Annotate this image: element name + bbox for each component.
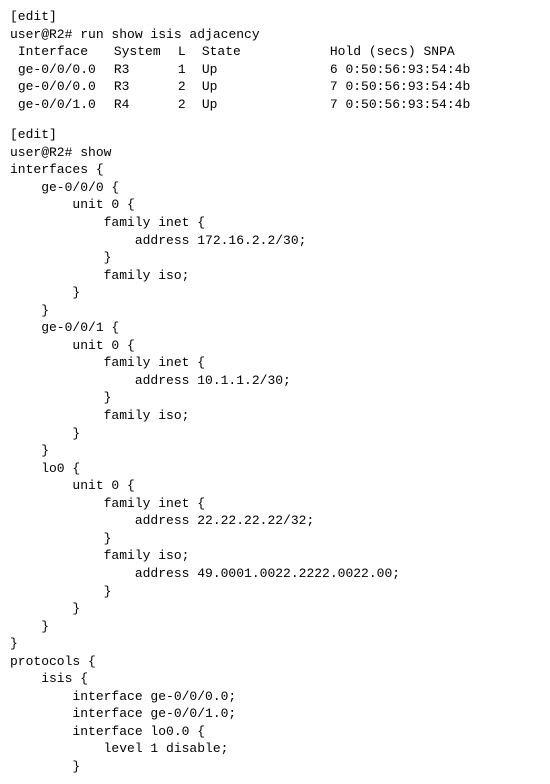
- config-line: ge-0/0/0 {: [10, 179, 540, 197]
- col-snpa: SNPA: [423, 43, 454, 61]
- config-line: }: [10, 583, 540, 601]
- prompt-line-2: user@R2# show: [10, 144, 540, 162]
- cell-snpa: 0:50:56:93:54:4b: [345, 61, 470, 79]
- config-line: interface ge-0/0/0.0;: [10, 688, 540, 706]
- config-line: family iso;: [10, 547, 540, 565]
- config-line: unit 0 {: [10, 477, 540, 495]
- col-l: L: [178, 43, 202, 61]
- cell-l: 2: [178, 78, 202, 96]
- config-line: }: [10, 284, 540, 302]
- cell-state: Up: [202, 96, 330, 114]
- edit-mode-label: [edit]: [10, 126, 540, 144]
- col-system: System: [114, 43, 178, 61]
- config-line: }: [10, 425, 540, 443]
- config-line: protocols {: [10, 653, 540, 671]
- col-state: State: [202, 43, 330, 61]
- cell-snpa: 0:50:56:93:54:4b: [345, 96, 470, 114]
- config-line: unit 0 {: [10, 196, 540, 214]
- config-line: isis {: [10, 670, 540, 688]
- cell-interface: ge-0/0/1.0: [18, 96, 114, 114]
- cli-command: run show isis adjacency: [80, 27, 259, 42]
- config-line: interface lo0.0 {: [10, 723, 540, 741]
- col-interface: Interface: [18, 43, 114, 61]
- terminal-output: [edit] user@R2# run show isis adjacency …: [10, 8, 540, 776]
- config-line: address 22.22.22.22/32;: [10, 512, 540, 530]
- config-line: interfaces {: [10, 161, 540, 179]
- config-line: }: [10, 635, 540, 653]
- cell-l: 2: [178, 96, 202, 114]
- prompt-line-1: user@R2# run show isis adjacency: [10, 26, 540, 44]
- config-line: }: [10, 302, 540, 320]
- cell-state: Up: [202, 61, 330, 79]
- config-line: interface ge-0/0/1.0;: [10, 705, 540, 723]
- cell-interface: ge-0/0/0.0: [18, 61, 114, 79]
- config-line: level 1 disable;: [10, 740, 540, 758]
- cell-hold: 6: [330, 61, 338, 79]
- config-line: family iso;: [10, 407, 540, 425]
- cell-system: R3: [114, 61, 178, 79]
- config-line: address 172.16.2.2/30;: [10, 232, 540, 250]
- config-line: family inet {: [10, 354, 540, 372]
- config-line: unit 0 {: [10, 337, 540, 355]
- edit-mode-label: [edit]: [10, 8, 540, 26]
- config-line: ge-0/0/1 {: [10, 319, 540, 337]
- col-secs: (secs): [369, 43, 416, 61]
- cell-hold: 7: [330, 78, 338, 96]
- config-line: address 49.0001.0022.2222.0022.00;: [10, 565, 540, 583]
- cell-state: Up: [202, 78, 330, 96]
- adjacency-row: ge-0/0/0.0R31Up6 0:50:56:93:54:4b: [10, 61, 540, 79]
- col-hold: Hold: [330, 43, 361, 61]
- config-line: }: [10, 758, 540, 776]
- cell-system: R3: [114, 78, 178, 96]
- config-line: }: [10, 249, 540, 267]
- cli-prompt: user@R2#: [10, 145, 80, 160]
- cell-snpa: 0:50:56:93:54:4b: [345, 78, 470, 96]
- adjacency-row: ge-0/0/0.0R32Up7 0:50:56:93:54:4b: [10, 78, 540, 96]
- cell-l: 1: [178, 61, 202, 79]
- cell-hold: 7: [330, 96, 338, 114]
- adjacency-row: ge-0/0/1.0R42Up7 0:50:56:93:54:4b: [10, 96, 540, 114]
- cli-command: show: [80, 145, 111, 160]
- config-line: family iso;: [10, 267, 540, 285]
- config-line: }: [10, 442, 540, 460]
- cell-system: R4: [114, 96, 178, 114]
- config-line: }: [10, 600, 540, 618]
- adjacency-header-row: InterfaceSystemLStateHold (secs) SNPA: [10, 43, 540, 61]
- config-line: }: [10, 389, 540, 407]
- cell-interface: ge-0/0/0.0: [18, 78, 114, 96]
- config-line: }: [10, 530, 540, 548]
- config-line: lo0 {: [10, 460, 540, 478]
- config-line: address 10.1.1.2/30;: [10, 372, 540, 390]
- config-line: family inet {: [10, 214, 540, 232]
- config-line: family inet {: [10, 495, 540, 513]
- config-line: }: [10, 618, 540, 636]
- cli-prompt: user@R2#: [10, 27, 80, 42]
